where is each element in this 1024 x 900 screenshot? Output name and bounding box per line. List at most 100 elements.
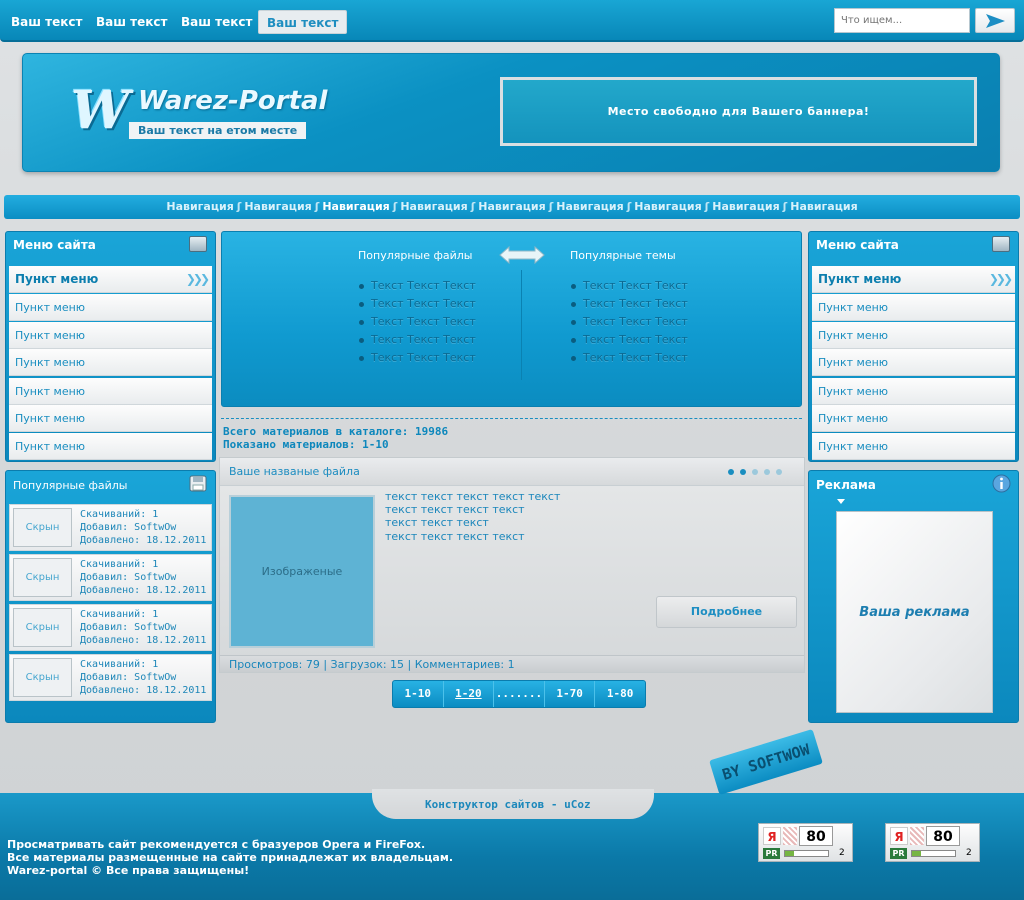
counter-pattern	[783, 827, 797, 845]
more-button[interactable]: Подробнее	[656, 596, 797, 628]
site-header: W Warez-Portal Ваш текст на етом месте М…	[22, 53, 1000, 172]
top-link-1[interactable]: Ваш текст	[3, 10, 90, 34]
page-link[interactable]: 1-80	[595, 681, 645, 707]
dot-icon[interactable]	[740, 469, 746, 475]
footer-text-line: Warez-portal © Все права защищены!	[7, 864, 250, 877]
popular-topic-link[interactable]: Текст Текст Текст	[571, 351, 688, 364]
top-link-4[interactable]: Ваш текст	[258, 10, 348, 34]
popular-file-item[interactable]: Скрын Скачиваний: 1 Добавил: SoftwOw Доб…	[9, 654, 212, 701]
nav-item[interactable]: Навигация	[556, 200, 623, 213]
popular-file-link[interactable]: Текст Текст Текст	[359, 315, 476, 328]
dot-icon[interactable]	[764, 469, 770, 475]
left-menu-item[interactable]: Пункт меню	[9, 405, 212, 432]
entry-text-line: текст текст текст	[385, 516, 489, 529]
popular-file-link[interactable]: Текст Текст Текст	[359, 333, 476, 346]
double-chevron-icon: ❯❯❯	[988, 272, 1013, 286]
left-menu-item[interactable]: Пункт меню	[9, 349, 212, 376]
popular-file-link[interactable]: Текст Текст Текст	[359, 297, 476, 310]
menu-icon	[992, 236, 1010, 252]
right-menu-item[interactable]: Пункт меню	[812, 322, 1015, 349]
file-thumbnail[interactable]: Скрын	[13, 508, 72, 547]
nav-item[interactable]: Навигация	[478, 200, 545, 213]
popular-files-heading[interactable]: Популярные файлы	[358, 249, 473, 262]
search-input[interactable]	[834, 8, 970, 33]
pr-bar	[784, 850, 829, 857]
caret-icon	[837, 499, 845, 504]
right-menu-item[interactable]: Пункт меню ❯❯❯	[812, 266, 1015, 293]
right-menu-item[interactable]: Пункт меню	[812, 433, 1015, 460]
footer-credit-link[interactable]: Конструктор сайтов - uCoz	[425, 798, 591, 811]
popular-file-item[interactable]: Скрын Скачиваний: 1 Добавил: SoftwOw Доб…	[9, 554, 212, 601]
search-button[interactable]	[975, 8, 1015, 33]
file-entry: Ваше названые файла Изображеные текст те…	[219, 457, 805, 673]
popular-topic-link[interactable]: Текст Текст Текст	[571, 297, 688, 310]
yandex-counter[interactable]: Я 80 PR 2	[885, 823, 980, 862]
info-icon[interactable]	[992, 474, 1011, 493]
entry-image[interactable]: Изображеные	[229, 495, 375, 648]
nav-item-current[interactable]: Навигация	[322, 200, 389, 213]
pagination: 1-10 1-20 ....... 1-70 1-80	[392, 680, 646, 708]
popular-file-link[interactable]: Текст Текст Текст	[359, 279, 476, 292]
file-date: Добавлено: 18.12.2011	[80, 535, 207, 546]
file-thumbnail[interactable]: Скрын	[13, 558, 72, 597]
popular-topic-link[interactable]: Текст Текст Текст	[571, 315, 688, 328]
column-divider	[521, 270, 522, 380]
file-thumbnail[interactable]: Скрын	[13, 608, 72, 647]
page-link[interactable]: 1-20	[444, 681, 495, 707]
logo-subtitle: Ваш текст на етом месте	[129, 122, 307, 139]
page-link[interactable]: 1-10	[393, 681, 444, 707]
menu-item-label: Пункт меню	[818, 272, 902, 286]
popular-topics-heading[interactable]: Популярные темы	[570, 249, 676, 262]
counter-value: 80	[799, 826, 833, 846]
swap-arrows-icon[interactable]	[499, 246, 545, 264]
pr-label: PR	[763, 848, 780, 859]
entry-text-line: текст текст текст текст	[385, 530, 525, 543]
left-menu-item[interactable]: Пункт меню	[9, 378, 212, 405]
popular-file-link[interactable]: Текст Текст Текст	[359, 351, 476, 364]
yandex-counter[interactable]: Я 80 PR 2	[758, 823, 853, 862]
popular-topic-link[interactable]: Текст Текст Текст	[571, 279, 688, 292]
nav-item[interactable]: Навигация	[244, 200, 311, 213]
left-site-menu: Меню сайта Пункт меню ❯❯❯ Пункт меню Пунк…	[5, 231, 216, 462]
left-menu-item[interactable]: Пункт меню	[9, 294, 212, 321]
catalog-total: Всего материалов в каталоге: 19986	[223, 425, 449, 438]
nav-item[interactable]: Навигация	[790, 200, 857, 213]
pr-label: PR	[890, 848, 907, 859]
right-menu-item[interactable]: Пункт меню	[812, 378, 1015, 405]
nav-separator: ʃ	[236, 200, 242, 213]
author-tag[interactable]: BY SOFTWOW	[709, 728, 823, 796]
ad-slot[interactable]: Ваша реклама	[836, 511, 993, 713]
logo-text[interactable]: Warez-Portal	[138, 86, 327, 116]
right-menu-item[interactable]: Пункт меню	[812, 294, 1015, 321]
popular-topic-link[interactable]: Текст Текст Текст	[571, 333, 688, 346]
nav-separator: ʃ	[782, 200, 788, 213]
file-thumbnail[interactable]: Скрын	[13, 658, 72, 697]
nav-separator: ʃ	[548, 200, 554, 213]
page-link[interactable]: 1-70	[545, 681, 596, 707]
counter-pattern	[910, 827, 924, 845]
dot-icon[interactable]	[776, 469, 782, 475]
nav-item[interactable]: Навигация	[712, 200, 779, 213]
right-menu-item[interactable]: Пункт меню	[812, 405, 1015, 432]
pr-bar	[911, 850, 956, 857]
logo-mark[interactable]: W	[71, 85, 129, 137]
header-banner[interactable]: Место свободно для Вашего баннера!	[500, 77, 977, 146]
catalog-shown: Показано материалов: 1-10	[223, 438, 389, 451]
double-chevron-icon: ❯❯❯	[185, 272, 210, 286]
right-menu-item[interactable]: Пункт меню	[812, 349, 1015, 376]
nav-item[interactable]: Навигация	[400, 200, 467, 213]
top-link-3[interactable]: Ваш текст	[173, 10, 260, 34]
left-menu-item[interactable]: Пункт меню	[9, 322, 212, 349]
top-link-2[interactable]: Ваш текст	[88, 10, 175, 34]
nav-item[interactable]: Навигация	[166, 200, 233, 213]
entry-title[interactable]: Ваше названые файла	[220, 458, 804, 486]
dot-icon[interactable]	[728, 469, 734, 475]
left-menu-item[interactable]: Пункт меню ❯❯❯	[9, 266, 212, 293]
popular-file-item[interactable]: Скрын Скачиваний: 1 Добавил: SoftwOw Доб…	[9, 504, 212, 551]
nav-item[interactable]: Навигация	[634, 200, 701, 213]
left-menu-item[interactable]: Пункт меню	[9, 433, 212, 460]
popular-file-item[interactable]: Скрын Скачиваний: 1 Добавил: SoftwOw Доб…	[9, 604, 212, 651]
yandex-logo: Я	[890, 827, 908, 845]
nav-separator: ʃ	[392, 200, 398, 213]
dot-icon[interactable]	[752, 469, 758, 475]
